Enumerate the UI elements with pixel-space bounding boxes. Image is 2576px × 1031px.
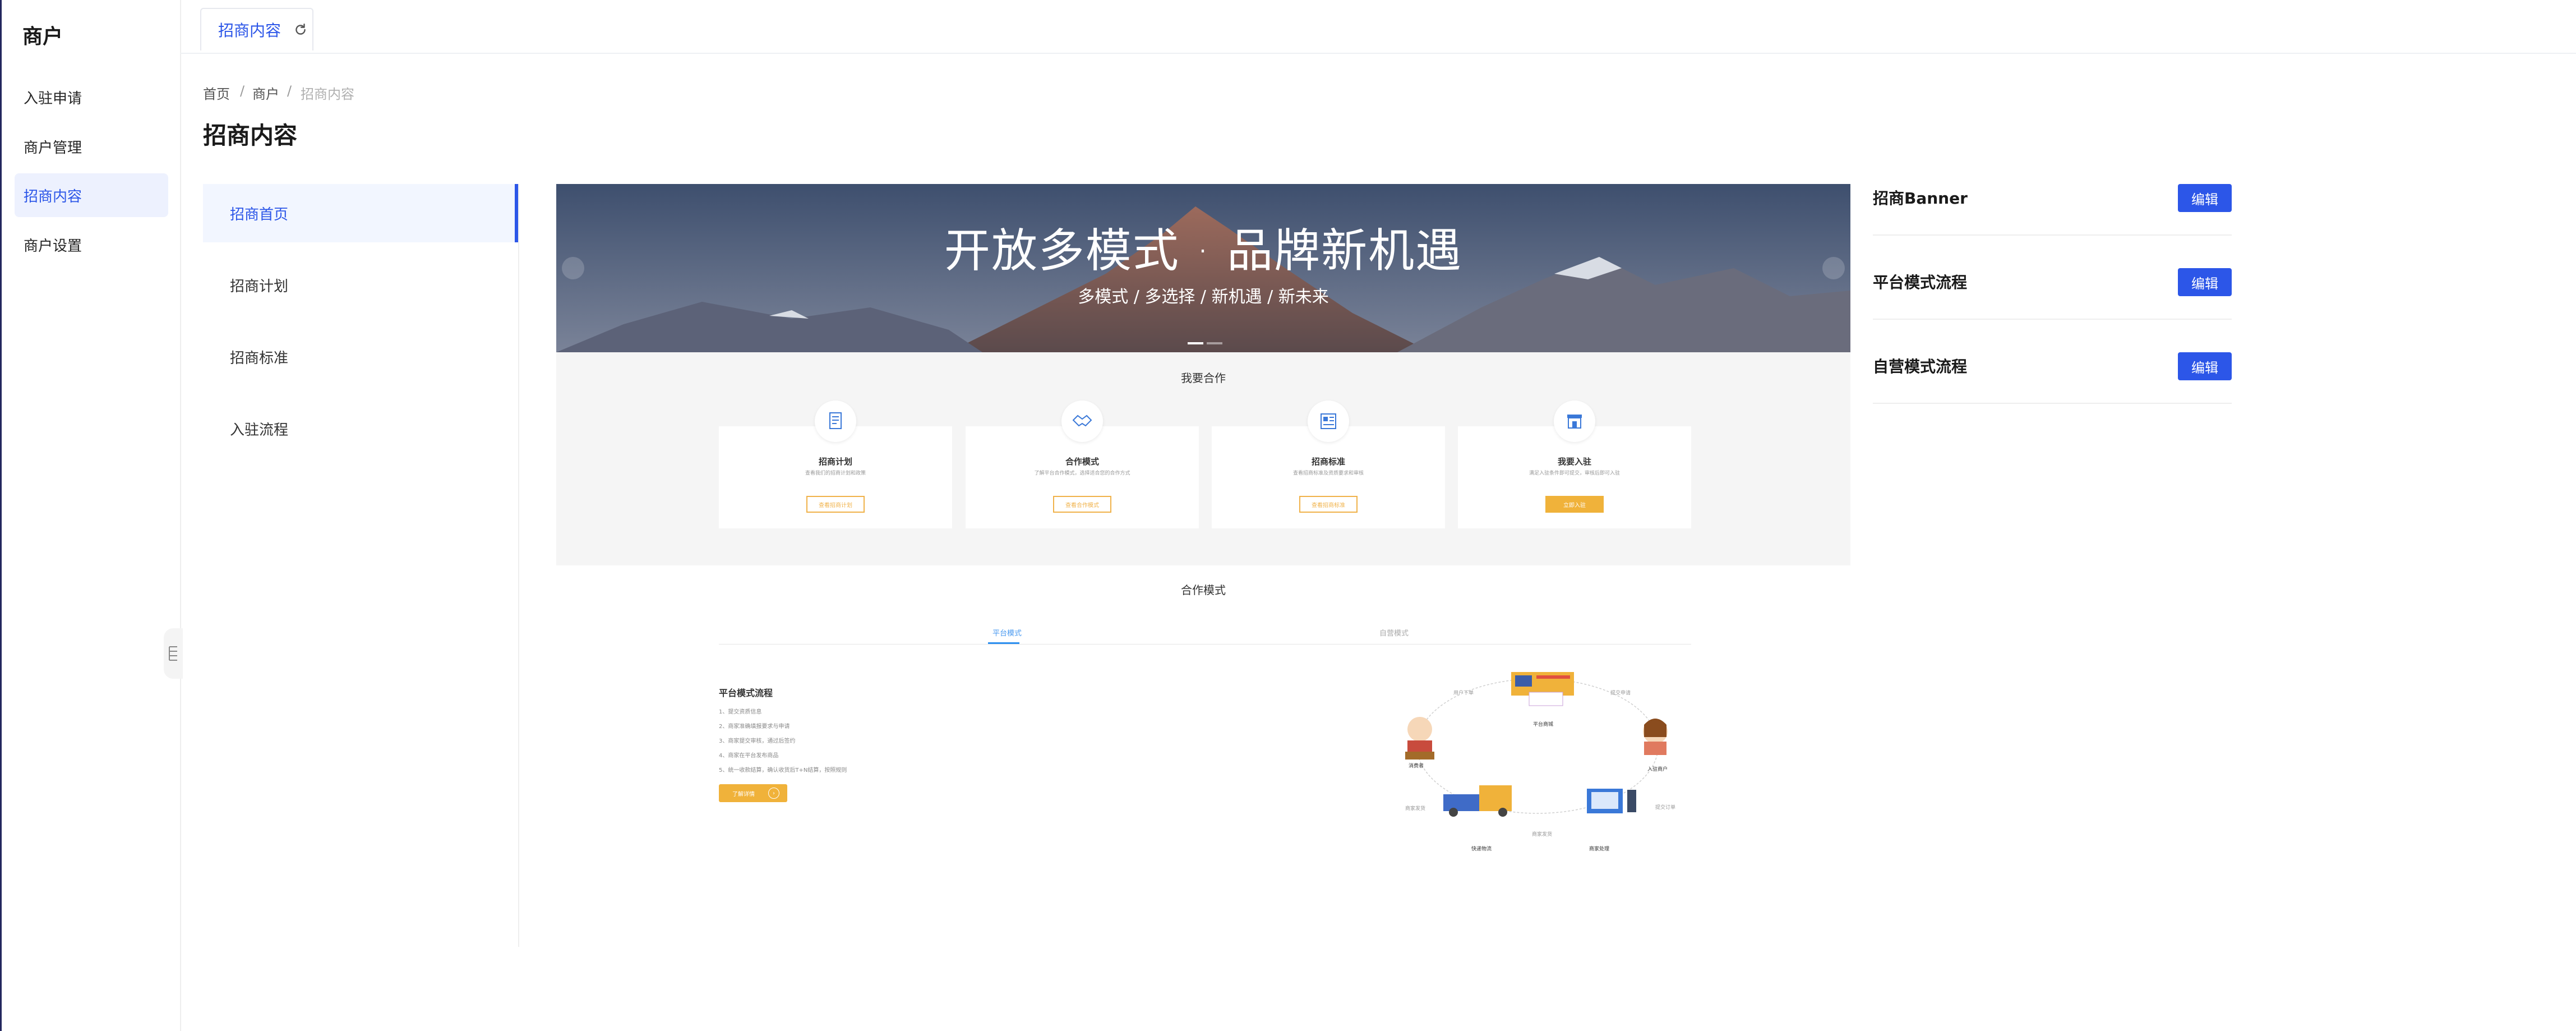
diagram-label: 快递物流	[1471, 846, 1492, 852]
subnav-item-process[interactable]: 入驻流程	[203, 399, 518, 458]
cooperate-section: 我要合作 招商计划 查看我们的招商计划和政策 查看招商计划 合作模式 了解平台合…	[556, 352, 1850, 565]
card-title: 招商计划	[818, 457, 852, 467]
banner-subtitle: 多模式 / 多选择 / 新机遇 / 新未来	[1078, 287, 1329, 307]
breadcrumb-merchant[interactable]: 商户	[252, 83, 279, 103]
subnav-item-home[interactable]: 招商首页	[203, 184, 518, 242]
banner[interactable]: 开放多模式 · 品牌新机遇 多模式 / 多选择 / 新机遇 / 新未来	[556, 184, 1850, 352]
store-icon	[1554, 401, 1595, 442]
breadcrumb-current: 招商内容	[301, 86, 354, 102]
card-description: 查看我们的招商计划和政策	[805, 471, 866, 476]
subnav-item-plan[interactable]: 招商计划	[203, 256, 518, 314]
diagram-label: 提交申请	[1610, 691, 1631, 696]
subnav-divider	[518, 184, 519, 947]
mode-tabs: 平台模式 自营模式	[719, 627, 1691, 645]
mode-tab-indicator	[988, 642, 1019, 644]
card-button[interactable]: 查看合作模式	[1053, 496, 1111, 513]
page-title: 招商内容	[203, 122, 298, 149]
subnav-item-standard[interactable]: 招商标准	[203, 328, 518, 386]
banner-next-arrow[interactable]	[1822, 257, 1845, 279]
flow-detail-button[interactable]: 了解详情 ›	[719, 784, 787, 802]
sidebar-brand: 商户	[22, 25, 63, 48]
banner-title: 开放多模式 · 品牌新机遇	[944, 224, 1463, 278]
flow-step: 2、商家准确填报要求与申请	[719, 724, 790, 730]
card-recruit-plan[interactable]: 招商计划 查看我们的招商计划和政策 查看招商计划	[719, 401, 952, 528]
breadcrumb-separator: /	[240, 83, 245, 99]
config-row-platform-flow: 平台模式流程 编辑	[1873, 234, 2232, 320]
tab-recruitment-content[interactable]: 招商内容	[200, 8, 313, 50]
diagram-label: 商家发货	[1532, 832, 1553, 837]
sidebar-item-label: 商户管理	[24, 139, 82, 157]
sidebar-item-recruitment-content[interactable]: 招商内容	[15, 173, 168, 217]
diagram-label: 消费者	[1409, 763, 1424, 769]
edit-banner-button[interactable]: 编辑	[2178, 184, 2232, 212]
config-row-label: 招商Banner	[1873, 189, 1968, 208]
card-title: 合作模式	[1065, 457, 1099, 467]
card-title: 我要入驻	[1557, 457, 1591, 467]
banner-pagination[interactable]	[1188, 342, 1224, 346]
config-row-label: 平台模式流程	[1873, 273, 1968, 292]
tab-platform-mode[interactable]: 平台模式	[992, 627, 1022, 638]
diagram-label: 平台商城	[1533, 722, 1554, 728]
card-description: 满足入驻条件即可提交，审核后即可入驻	[1529, 471, 1620, 476]
cooperation-mode-heading: 合作模式	[1181, 583, 1226, 597]
flow-step: 4、商家在平台发布商品	[719, 753, 779, 759]
sidebar-item-merchant-settings[interactable]: 商户设置	[15, 223, 168, 266]
card-title: 招商标准	[1311, 457, 1345, 467]
collapse-icon	[169, 646, 177, 661]
handshake-icon	[1061, 401, 1103, 442]
subnav-label: 招商首页	[230, 206, 289, 223]
card-description: 了解平台合作模式，选择适合您的合作方式	[1034, 471, 1130, 476]
sidebar-collapse-handle[interactable]	[164, 628, 183, 679]
edit-self-operated-flow-button[interactable]: 编辑	[2178, 352, 2232, 380]
diagram-label: 入驻商户	[1647, 767, 1668, 772]
config-row-banner: 招商Banner 编辑	[1873, 184, 2232, 236]
sidebar-item-label: 招商内容	[24, 188, 82, 205]
document-icon	[815, 401, 856, 442]
flow-step: 1、提交资质信息	[719, 709, 762, 715]
subnav-label: 招商标准	[230, 349, 289, 367]
card-cooperation-mode[interactable]: 合作模式 了解平台合作模式，选择适合您的合作方式 查看合作模式	[966, 401, 1199, 528]
tab-bar	[180, 0, 2576, 54]
platform-flow-diagram	[1405, 672, 1668, 817]
card-description: 查看招商标准及资质要求和审核	[1292, 471, 1364, 476]
diagram-label: 商家处理	[1589, 846, 1610, 852]
flow-step: 3、商家提交审核，通过后签约	[719, 738, 796, 744]
sidebar-item-label: 入驻申请	[24, 90, 82, 107]
config-row-self-operated-flow: 自营模式流程 编辑	[1873, 319, 2232, 404]
config-row-label: 自营模式流程	[1873, 357, 1968, 376]
standard-icon	[1308, 401, 1349, 442]
recruitment-home-preview: 开放多模式 · 品牌新机遇 多模式 / 多选择 / 新机遇 / 新未来 我要合作…	[556, 184, 1850, 952]
breadcrumb-home[interactable]: 首页	[203, 83, 230, 103]
flow-button-label: 了解详情	[732, 791, 755, 798]
tab-label: 招商内容	[218, 21, 281, 40]
card-join[interactable]: 我要入驻 满足入驻条件即可提交，审核后即可入驻 立即入驻	[1458, 401, 1691, 528]
cooperate-heading: 我要合作	[1181, 371, 1226, 385]
card-button[interactable]: 查看招商计划	[806, 496, 865, 513]
sidebar-item-label: 商户设置	[24, 237, 82, 255]
flow-title: 平台模式流程	[719, 688, 773, 698]
edit-platform-flow-button[interactable]: 编辑	[2178, 268, 2232, 296]
subnav-label: 招商计划	[230, 278, 289, 295]
card-button[interactable]: 立即入驻	[1545, 496, 1604, 513]
diagram-label: 用户下单	[1453, 691, 1474, 696]
card-button[interactable]: 查看招商标准	[1299, 496, 1358, 513]
tab-self-operated-mode[interactable]: 自营模式	[1379, 627, 1409, 638]
card-recruit-standard[interactable]: 招商标准 查看招商标准及资质要求和审核 查看招商标准	[1212, 401, 1445, 528]
breadcrumb-separator: /	[287, 83, 292, 99]
flow-step: 5、统一收款结算，确认收货后T+N结算，按照规则	[719, 767, 847, 774]
banner-prev-arrow[interactable]	[562, 257, 584, 279]
diagram-label: 提交订单	[1655, 805, 1676, 811]
diagram-label: 商家发货	[1405, 806, 1426, 812]
subnav-label: 入驻流程	[230, 421, 289, 439]
arrow-right-icon: ›	[768, 788, 779, 799]
sidebar-item-merchant-management[interactable]: 商户管理	[15, 125, 168, 168]
refresh-icon[interactable]	[293, 22, 308, 37]
sidebar-item-join-application[interactable]: 入驻申请	[15, 75, 168, 119]
